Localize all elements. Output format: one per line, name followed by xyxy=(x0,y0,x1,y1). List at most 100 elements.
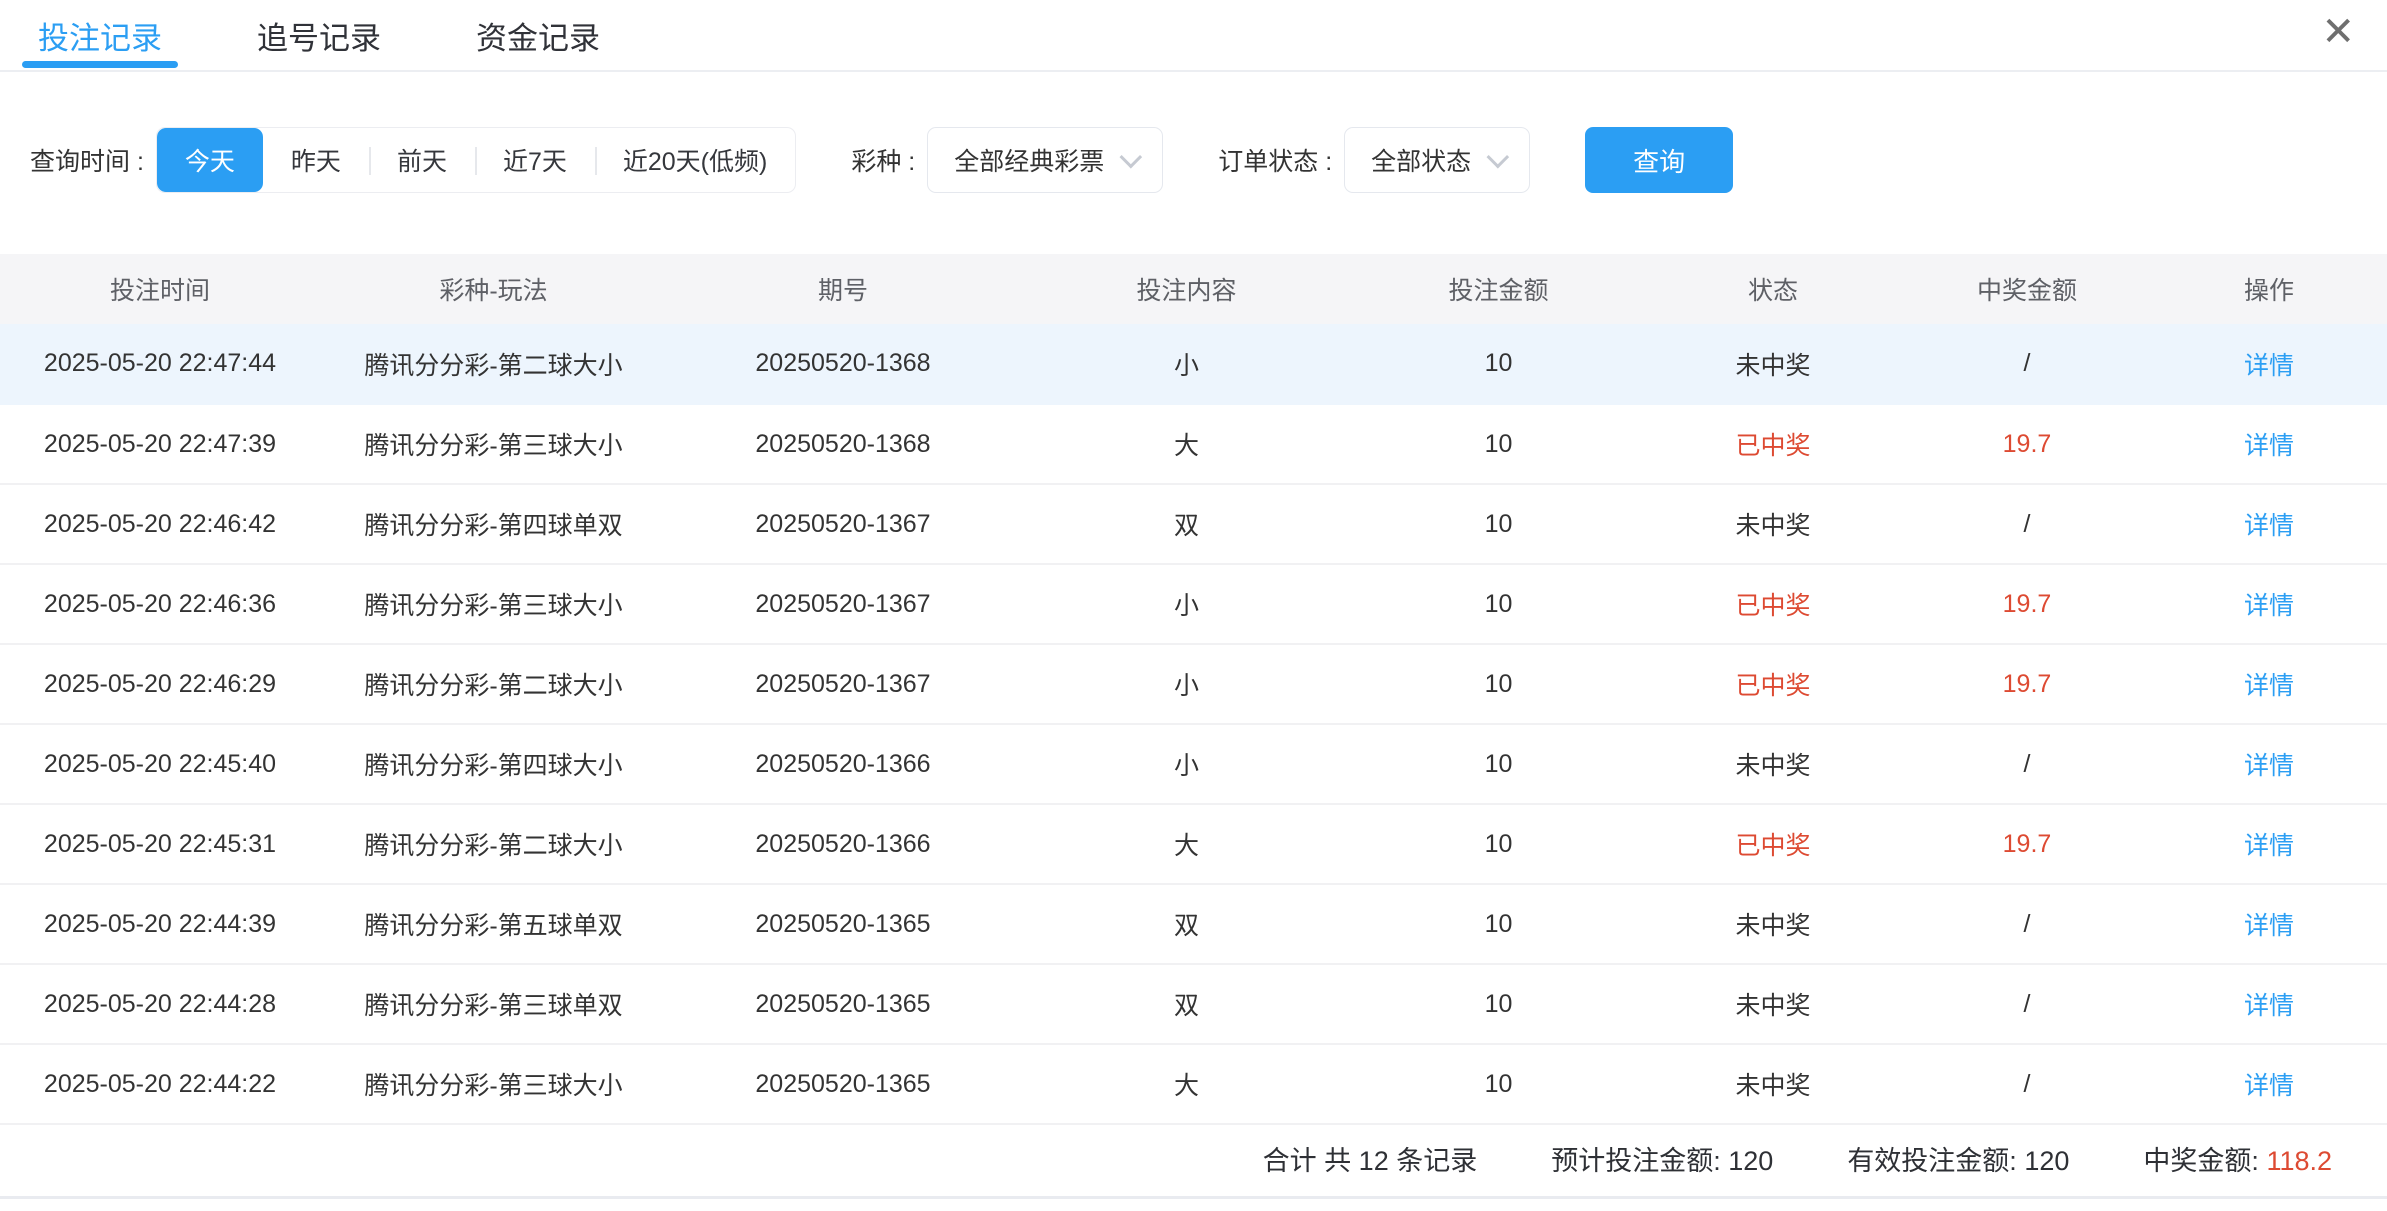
cell-status: 未中奖 xyxy=(1643,1044,1903,1124)
tabs-container: 投注记录 追号记录 资金记录 xyxy=(38,0,695,70)
cell-bet-content: 大 xyxy=(1019,804,1354,884)
cell-game-play: 腾讯分分彩-第二球大小 xyxy=(320,804,667,884)
cell-issue: 20250520-1365 xyxy=(667,1044,1019,1124)
cell-win-amount: / xyxy=(1903,884,2151,964)
table-row: 2025-05-20 22:46:36腾讯分分彩-第三球大小20250520-1… xyxy=(0,564,2387,644)
cell-bet-time: 2025-05-20 22:44:22 xyxy=(0,1044,320,1124)
cell-action: 详情 xyxy=(2151,404,2387,484)
query-button[interactable]: 查询 xyxy=(1585,127,1733,193)
cell-issue: 20250520-1366 xyxy=(667,804,1019,884)
close-icon[interactable]: ✕ xyxy=(2321,2,2355,62)
table-row: 2025-05-20 22:45:31腾讯分分彩-第二球大小20250520-1… xyxy=(0,804,2387,884)
cell-bet-time: 2025-05-20 22:46:36 xyxy=(0,564,320,644)
cell-status: 未中奖 xyxy=(1643,724,1903,804)
cell-bet-content: 小 xyxy=(1019,724,1354,804)
cell-bet-amount: 10 xyxy=(1354,964,1643,1044)
order-status-select[interactable]: 全部状态 xyxy=(1344,127,1530,193)
tab-betting-records[interactable]: 投注记录 xyxy=(38,0,162,70)
time-option-last-20-days-low-freq[interactable]: 近20天(低频) xyxy=(595,128,795,192)
time-option-last-7-days[interactable]: 近7天 xyxy=(475,128,595,192)
cell-bet-time: 2025-05-20 22:47:39 xyxy=(0,404,320,484)
column-header: 状态 xyxy=(1643,254,1903,324)
detail-link[interactable]: 详情 xyxy=(2244,512,2294,540)
table-header: 投注时间彩种-玩法期号投注内容投注金额状态中奖金额操作 xyxy=(0,254,2387,324)
cell-bet-content: 大 xyxy=(1019,1044,1354,1124)
cell-action: 详情 xyxy=(2151,804,2387,884)
chevron-down-icon xyxy=(1487,146,1510,169)
query-time-label: 查询时间 : xyxy=(30,142,144,178)
column-header: 彩种-玩法 xyxy=(320,254,667,324)
cell-issue: 20250520-1365 xyxy=(667,964,1019,1044)
cell-status: 未中奖 xyxy=(1643,484,1903,564)
detail-link[interactable]: 详情 xyxy=(2244,592,2294,620)
cell-game-play: 腾讯分分彩-第三球单双 xyxy=(320,964,667,1044)
cell-bet-time: 2025-05-20 22:45:40 xyxy=(0,724,320,804)
column-header: 操作 xyxy=(2151,254,2387,324)
cell-game-play: 腾讯分分彩-第四球大小 xyxy=(320,724,667,804)
cell-win-amount: / xyxy=(1903,724,2151,804)
cell-bet-time: 2025-05-20 22:47:44 xyxy=(0,324,320,404)
summary-win: 中奖金额: 118.2 xyxy=(2143,1139,2332,1178)
cell-bet-amount: 10 xyxy=(1354,724,1643,804)
table-row: 2025-05-20 22:44:22腾讯分分彩-第三球大小20250520-1… xyxy=(0,1044,2387,1124)
tab-chase-records[interactable]: 追号记录 xyxy=(257,0,381,70)
cell-bet-content: 小 xyxy=(1019,644,1354,724)
time-option-yesterday[interactable]: 昨天 xyxy=(263,128,369,192)
time-range-segmented-control: 今天昨天前天近7天近20天(低频) xyxy=(156,127,796,193)
tab-bar: 投注记录 追号记录 资金记录 ✕ xyxy=(0,0,2387,72)
cell-action: 详情 xyxy=(2151,324,2387,404)
detail-link[interactable]: 详情 xyxy=(2244,352,2294,380)
order-status-label: 订单状态 : xyxy=(1218,142,1332,178)
column-header: 投注金额 xyxy=(1354,254,1643,324)
table-header-row: 投注时间彩种-玩法期号投注内容投注金额状态中奖金额操作 xyxy=(0,254,2387,324)
detail-link[interactable]: 详情 xyxy=(2244,832,2294,860)
cell-status: 已中奖 xyxy=(1643,404,1903,484)
time-option-day-before-yesterday[interactable]: 前天 xyxy=(369,128,475,192)
cell-status: 已中奖 xyxy=(1643,644,1903,724)
table-body: 2025-05-20 22:47:44腾讯分分彩-第二球大小20250520-1… xyxy=(0,324,2387,1124)
cell-issue: 20250520-1367 xyxy=(667,484,1019,564)
detail-link[interactable]: 详情 xyxy=(2244,752,2294,780)
cell-win-amount: 19.7 xyxy=(1903,644,2151,724)
cell-bet-time: 2025-05-20 22:44:39 xyxy=(0,884,320,964)
time-option-today[interactable]: 今天 xyxy=(157,128,263,192)
cell-issue: 20250520-1368 xyxy=(667,404,1019,484)
table-row: 2025-05-20 22:47:44腾讯分分彩-第二球大小20250520-1… xyxy=(0,324,2387,404)
cell-status: 未中奖 xyxy=(1643,884,1903,964)
cell-bet-amount: 10 xyxy=(1354,644,1643,724)
cell-action: 详情 xyxy=(2151,964,2387,1044)
cell-game-play: 腾讯分分彩-第二球大小 xyxy=(320,644,667,724)
column-header: 期号 xyxy=(667,254,1019,324)
detail-link[interactable]: 详情 xyxy=(2244,912,2294,940)
table-row: 2025-05-20 22:46:42腾讯分分彩-第四球单双20250520-1… xyxy=(0,484,2387,564)
cell-issue: 20250520-1367 xyxy=(667,564,1019,644)
cell-bet-content: 大 xyxy=(1019,404,1354,484)
summary-bar: 合计 共 12 条记录 预计投注金额: 120 有效投注金额: 120 中奖金额… xyxy=(0,1125,2387,1191)
table-row: 2025-05-20 22:45:40腾讯分分彩-第四球大小20250520-1… xyxy=(0,724,2387,804)
cell-issue: 20250520-1368 xyxy=(667,324,1019,404)
cell-bet-amount: 10 xyxy=(1354,484,1643,564)
records-table: 投注时间彩种-玩法期号投注内容投注金额状态中奖金额操作 2025-05-20 2… xyxy=(0,254,2387,1125)
cell-win-amount: / xyxy=(1903,964,2151,1044)
cell-status: 已中奖 xyxy=(1643,564,1903,644)
tab-funds-records[interactable]: 资金记录 xyxy=(476,0,600,70)
summary-expected: 预计投注金额: 120 xyxy=(1551,1139,1773,1178)
cell-bet-content: 小 xyxy=(1019,564,1354,644)
table-row: 2025-05-20 22:47:39腾讯分分彩-第三球大小20250520-1… xyxy=(0,404,2387,484)
detail-link[interactable]: 详情 xyxy=(2244,1072,2294,1100)
cell-bet-time: 2025-05-20 22:46:29 xyxy=(0,644,320,724)
cell-game-play: 腾讯分分彩-第四球单双 xyxy=(320,484,667,564)
detail-link[interactable]: 详情 xyxy=(2244,992,2294,1020)
table-row: 2025-05-20 22:46:29腾讯分分彩-第二球大小20250520-1… xyxy=(0,644,2387,724)
detail-link[interactable]: 详情 xyxy=(2244,672,2294,700)
summary-valid: 有效投注金额: 120 xyxy=(1847,1139,2069,1178)
bottom-divider xyxy=(0,1196,2387,1199)
lottery-type-select[interactable]: 全部经典彩票 xyxy=(927,127,1163,193)
cell-issue: 20250520-1367 xyxy=(667,644,1019,724)
cell-bet-amount: 10 xyxy=(1354,324,1643,404)
cell-status: 未中奖 xyxy=(1643,964,1903,1044)
lottery-type-value: 全部经典彩票 xyxy=(954,142,1104,178)
cell-bet-time: 2025-05-20 22:45:31 xyxy=(0,804,320,884)
detail-link[interactable]: 详情 xyxy=(2244,432,2294,460)
table-row: 2025-05-20 22:44:28腾讯分分彩-第三球单双20250520-1… xyxy=(0,964,2387,1044)
